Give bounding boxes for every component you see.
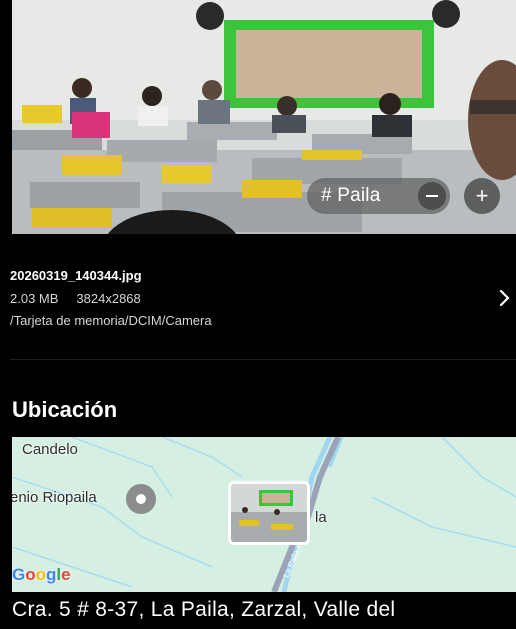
file-resolution: 3824x2868	[76, 291, 141, 306]
pin-dot	[136, 494, 146, 504]
file-details-row[interactable]: 20260319_140344.jpg 2.03 MB 3824x2868 /Ta…	[10, 262, 516, 358]
tag-chip[interactable]: # Paila	[307, 178, 450, 214]
photo-location-thumbnail[interactable]	[228, 481, 310, 545]
map-label-candelo: Candelo	[22, 441, 78, 458]
divider	[10, 359, 516, 360]
add-tag-button[interactable]: +	[464, 178, 500, 214]
google-logo: Google	[12, 565, 71, 584]
chevron-right-icon	[499, 289, 510, 307]
map-pin-icon[interactable]	[126, 484, 156, 514]
file-path: /Tarjeta de memoria/DCIM/Camera	[10, 313, 212, 328]
file-meta: 2.03 MB 3824x2868	[10, 291, 141, 306]
file-name: 20260319_140344.jpg	[10, 268, 142, 283]
file-size: 2.03 MB	[10, 291, 59, 306]
location-address: Cra. 5 # 8-37, La Paila, Zarzal, Valle d…	[12, 598, 396, 621]
thumbnail-image	[231, 484, 307, 542]
map-label-riopaila: enio Riopaila	[12, 489, 97, 506]
location-title: Ubicación	[12, 397, 118, 422]
remove-tag-button[interactable]	[418, 182, 446, 210]
tag-label: # Paila	[321, 185, 381, 206]
map-label-la: la	[315, 509, 327, 526]
photo-preview[interactable]: # Paila +	[12, 0, 516, 234]
location-map[interactable]: La Paila-Uribe Candelo enio Riopaila la …	[12, 437, 516, 592]
minus-icon	[426, 195, 438, 197]
